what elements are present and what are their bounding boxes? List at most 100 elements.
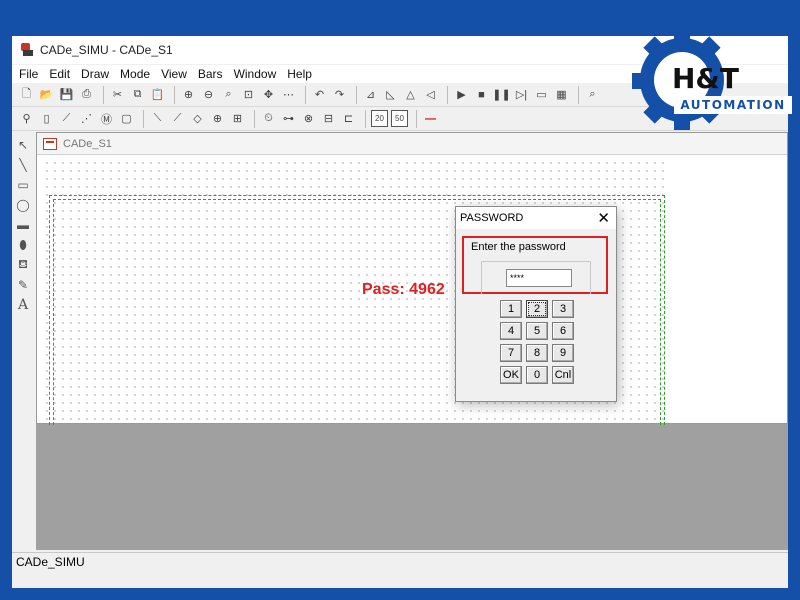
copy-icon[interactable]: ⧉ — [129, 86, 146, 103]
z50-button[interactable]: 50 — [391, 110, 408, 127]
toolbar-separator — [578, 85, 579, 104]
toolbar-separator — [103, 85, 104, 104]
schematic-window-title: CADe_S1 — [63, 137, 112, 150]
rotate-icon[interactable]: ◁ — [422, 86, 439, 103]
wire-icon[interactable]: — — [422, 110, 439, 127]
zoom-window-icon[interactable]: ⌕ — [220, 86, 237, 103]
pen-icon[interactable]: ✎ — [15, 276, 31, 294]
key-5[interactable]: 5 — [526, 322, 548, 340]
key-4[interactable]: 4 — [500, 322, 522, 340]
drawing-toolbox: ↖ ╲ ▭ ◯ ▬ ⬮ ⛾ ✎ A — [12, 132, 34, 552]
filled-rect-icon[interactable]: ▬ — [15, 216, 31, 234]
menu-window[interactable]: Window — [234, 67, 277, 81]
new-icon[interactable]: 🗋 — [18, 86, 35, 103]
keypad: 1 2 3 4 5 6 7 8 9 OK 0 Cnl — [500, 300, 578, 384]
table-icon[interactable]: ▦ — [553, 86, 570, 103]
paste-icon[interactable]: 📋 — [149, 86, 166, 103]
menu-view[interactable]: View — [161, 67, 187, 81]
lamp-icon[interactable]: ⊗ — [300, 110, 317, 127]
close-icon[interactable]: ✕ — [597, 211, 610, 226]
password-dialog-titlebar: PASSWORD ✕ — [456, 207, 616, 229]
align-right-icon[interactable]: ◺ — [382, 86, 399, 103]
z20-button[interactable]: 20 — [371, 110, 388, 127]
save-icon[interactable]: 💾 — [58, 86, 75, 103]
zoom-fit-icon[interactable]: ⊡ — [240, 86, 257, 103]
filled-ellipse-icon[interactable]: ⬮ — [15, 236, 31, 254]
menu-file[interactable]: File — [19, 67, 38, 81]
mdi-area: CADe_S1 Pass: 4962 — [36, 132, 788, 550]
relay-icon[interactable]: ⊞ — [229, 110, 246, 127]
redo-icon[interactable]: ↷ — [331, 86, 348, 103]
status-bar: CADe_SIMU — [12, 552, 788, 570]
key-0[interactable]: 0 — [526, 366, 548, 384]
stop-icon[interactable]: ■ — [473, 86, 490, 103]
timer-icon[interactable]: ⏲ — [260, 110, 277, 127]
ht-automation-logo: H&T AUTOMATION — [632, 28, 800, 142]
toolbar-separator — [416, 109, 417, 128]
cut-icon[interactable]: ✂ — [109, 86, 126, 103]
logo-text-ht: H&T — [672, 62, 739, 95]
motor-icon[interactable]: Ⓜ — [98, 110, 115, 127]
switch-icon[interactable]: ⟋ — [58, 110, 75, 127]
ground-icon[interactable]: ⚲ — [18, 110, 35, 127]
logo-text-automation: AUTOMATION — [674, 96, 792, 114]
align-center-icon[interactable]: △ — [402, 86, 419, 103]
key-8[interactable]: 8 — [526, 344, 548, 362]
step-icon[interactable]: ▷| — [513, 86, 530, 103]
line-icon[interactable]: ╲ — [15, 156, 31, 174]
menu-edit[interactable]: Edit — [49, 67, 70, 81]
bus-icon[interactable]: ⊏ — [340, 110, 357, 127]
status-text: CADe_SIMU — [16, 554, 85, 569]
toolbar-separator — [365, 109, 366, 128]
menu-bars[interactable]: Bars — [198, 67, 223, 81]
schematic-window: CADe_S1 Pass: 4962 — [36, 132, 788, 425]
text-icon[interactable]: A — [15, 296, 31, 314]
ok-button[interactable]: OK — [500, 366, 522, 384]
sensor-icon[interactable]: ⊶ — [280, 110, 297, 127]
key-7[interactable]: 7 — [500, 344, 522, 362]
toolbar-separator — [305, 85, 306, 104]
password-prompt-label: Enter the password — [471, 241, 566, 253]
arrow-icon[interactable]: ↖ — [15, 136, 31, 154]
pause-icon[interactable]: ❚❚ — [492, 86, 510, 103]
key-2[interactable]: 2 — [526, 300, 548, 318]
password-dialog: PASSWORD ✕ Enter the password **** 1 2 3… — [455, 206, 617, 402]
fuse-icon[interactable]: ▯ — [38, 110, 55, 127]
toolbar-separator — [447, 85, 448, 104]
search-icon[interactable]: ⌕ — [584, 86, 601, 103]
cadesimu-app-icon — [20, 43, 34, 57]
menu-help[interactable]: Help — [287, 67, 312, 81]
rect-icon[interactable]: ▭ — [15, 176, 31, 194]
menu-draw[interactable]: Draw — [81, 67, 109, 81]
coil-icon[interactable]: ⊕ — [209, 110, 226, 127]
key-1[interactable]: 1 — [500, 300, 522, 318]
ellipse-icon[interactable]: ◯ — [15, 196, 31, 214]
pan-icon[interactable]: ✥ — [260, 86, 277, 103]
key-9[interactable]: 9 — [552, 344, 574, 362]
toolbar-separator — [174, 85, 175, 104]
menu-mode[interactable]: Mode — [120, 67, 150, 81]
open-icon[interactable]: 📂 — [38, 86, 55, 103]
key-3[interactable]: 3 — [552, 300, 574, 318]
play-icon[interactable]: ▶ — [453, 86, 470, 103]
key-6[interactable]: 6 — [552, 322, 574, 340]
password-input[interactable]: **** — [506, 269, 572, 287]
window-icon[interactable]: ▭ — [533, 86, 550, 103]
module-icon[interactable]: ▢ — [118, 110, 135, 127]
io-icon[interactable]: ⊟ — [320, 110, 337, 127]
triple-switch-icon[interactable]: ⋰ — [78, 110, 95, 127]
align-left-icon[interactable]: ⊿ — [362, 86, 379, 103]
contact-nc-icon[interactable]: ⟋ — [169, 110, 186, 127]
schematic-doc-icon — [43, 137, 57, 150]
undo-icon[interactable]: ↶ — [311, 86, 328, 103]
fill-icon[interactable]: ⛾ — [15, 256, 31, 274]
grid-icon[interactable]: ⋯ — [280, 86, 297, 103]
zoom-out-icon[interactable]: ⊖ — [200, 86, 217, 103]
diamond-icon[interactable]: ◇ — [189, 110, 206, 127]
contact-no-icon[interactable]: ⟍ — [149, 110, 166, 127]
print-icon[interactable]: ⎙ — [78, 86, 95, 103]
toolbar-separator — [143, 109, 144, 128]
zoom-in-icon[interactable]: ⊕ — [180, 86, 197, 103]
cancel-button[interactable]: Cnl — [552, 366, 574, 384]
password-annotation: Pass: 4962 — [362, 281, 445, 298]
